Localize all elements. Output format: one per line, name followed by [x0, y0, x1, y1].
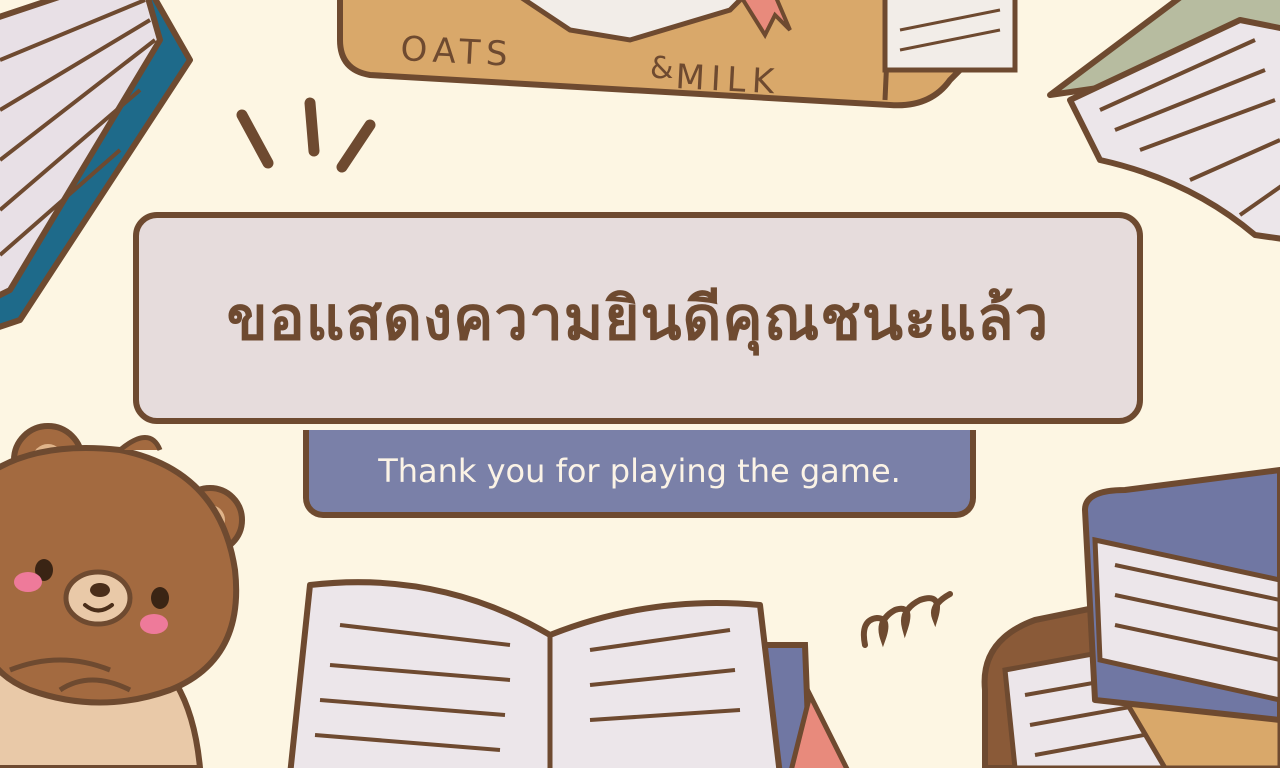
thank-you-message: Thank you for playing the game.	[378, 452, 901, 490]
congratulations-panel: ขอแสดงความยินดีคุณชนะแล้ว	[133, 212, 1143, 424]
squiggle-icon	[860, 591, 953, 648]
win-screen: OATS & MILK ขอแสดงความยินดีคุณชนะแล้ว Th…	[0, 0, 1280, 768]
sparkle-icon	[236, 97, 376, 173]
page-title: ขอแสดงความยินดีคุณชนะแล้ว	[226, 283, 1050, 354]
thank-you-banner: Thank you for playing the game.	[303, 430, 976, 518]
open-book-top-right-icon	[1047, 0, 1280, 242]
teddy-bear-icon	[0, 423, 245, 768]
book-label-left: OATS	[400, 29, 515, 75]
open-book-bottom-icon	[287, 579, 850, 768]
book-label-right: MILK	[675, 57, 782, 102]
ampersand-glyph: &	[650, 51, 673, 86]
book-oats-milk-icon: OATS & MILK	[337, 0, 1018, 109]
book-stack-bottom-right-icon	[981, 467, 1280, 768]
